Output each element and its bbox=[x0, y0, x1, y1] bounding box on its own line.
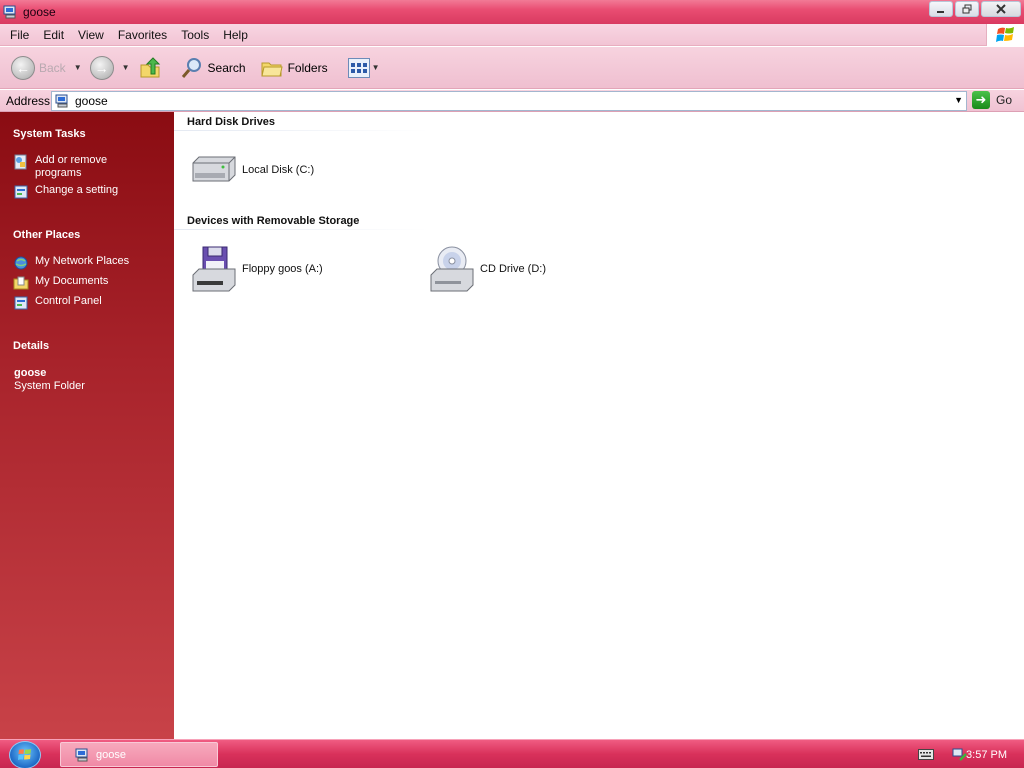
control-panel-icon bbox=[14, 185, 28, 199]
address-label: Address bbox=[6, 93, 51, 108]
menu-bar: File Edit View Favorites Tools Help bbox=[0, 24, 1024, 46]
my-documents-label: My Documents bbox=[35, 275, 109, 287]
menu-favorites[interactable]: Favorites bbox=[111, 24, 174, 46]
add-remove-programs-label: Add or remove programs bbox=[35, 154, 108, 179]
back-arrow-icon: ← bbox=[11, 55, 35, 80]
details-type: System Folder bbox=[14, 380, 85, 392]
my-documents-icon bbox=[13, 276, 29, 290]
folders-button[interactable]: Folders bbox=[257, 51, 331, 85]
group-divider bbox=[174, 130, 429, 131]
menu-help[interactable]: Help bbox=[216, 24, 255, 46]
address-dropdown-icon[interactable]: ▼ bbox=[954, 95, 963, 105]
back-history-dropdown[interactable]: ▼ bbox=[74, 63, 82, 72]
windows-logo-icon bbox=[18, 749, 31, 760]
search-icon bbox=[181, 57, 201, 78]
keyboard-icon[interactable] bbox=[918, 749, 934, 761]
close-icon bbox=[996, 4, 1006, 14]
menu-file[interactable]: File bbox=[0, 24, 36, 46]
drive-cd-d[interactable]: CD Drive (D:) bbox=[427, 245, 546, 293]
group-hard-disk-drives: Hard Disk Drives bbox=[187, 116, 276, 128]
restore-icon bbox=[962, 4, 972, 14]
up-folder-icon bbox=[140, 56, 160, 77]
drive-label-floppy-a: Floppy goos (A:) bbox=[242, 263, 323, 275]
window-title: goose bbox=[23, 5, 56, 19]
group-divider bbox=[174, 229, 429, 230]
my-computer-icon bbox=[75, 748, 88, 761]
back-button[interactable]: ← Back bbox=[8, 51, 69, 85]
clock[interactable]: 3:57 PM bbox=[966, 749, 1007, 761]
menu-view[interactable]: View bbox=[71, 24, 111, 46]
views-icon bbox=[347, 57, 370, 78]
search-button[interactable]: Search bbox=[177, 51, 249, 85]
change-setting-link[interactable]: Change a setting bbox=[13, 184, 145, 200]
change-setting-label: Change a setting bbox=[35, 184, 119, 196]
system-tray: 3:57 PM bbox=[894, 740, 1024, 768]
cd-drive-icon bbox=[427, 245, 477, 293]
forward-arrow-icon: → bbox=[89, 55, 114, 80]
details-header[interactable]: Details bbox=[13, 340, 49, 352]
go-arrow-icon: ➜ bbox=[972, 91, 990, 109]
go-button[interactable]: ➜ Go bbox=[972, 91, 1012, 109]
control-panel-label: Control Panel bbox=[35, 295, 102, 307]
taskbar-item-goose[interactable]: goose bbox=[60, 742, 218, 767]
forward-button[interactable]: → bbox=[87, 51, 117, 85]
network-places-label: My Network Places bbox=[35, 255, 130, 267]
other-places-header[interactable]: Other Places bbox=[13, 229, 80, 241]
menu-edit[interactable]: Edit bbox=[36, 24, 71, 46]
system-tasks-header[interactable]: System Tasks bbox=[13, 128, 86, 140]
back-label: Back bbox=[39, 60, 66, 75]
go-label: Go bbox=[996, 93, 1013, 107]
minimize-button[interactable] bbox=[929, 1, 953, 17]
my-documents-link[interactable]: My Documents bbox=[13, 275, 145, 291]
folders-icon bbox=[260, 62, 283, 76]
my-computer-icon bbox=[3, 5, 16, 19]
toolbar: ← Back ▼ → ▼ Search Folders ▼ bbox=[0, 47, 1024, 89]
restore-button[interactable] bbox=[955, 1, 979, 17]
taskbar: goose 3:57 PM bbox=[0, 739, 1024, 768]
address-value: goose bbox=[75, 94, 108, 108]
close-button[interactable] bbox=[981, 1, 1021, 17]
drive-local-disk-c[interactable]: Local Disk (C:) bbox=[189, 146, 314, 194]
drive-floppy-a[interactable]: Floppy goos (A:) bbox=[189, 245, 323, 293]
forward-history-dropdown[interactable]: ▼ bbox=[122, 63, 130, 72]
search-label: Search bbox=[207, 60, 246, 75]
content-area: Hard Disk Drives Local Disk (C:) Devices… bbox=[174, 112, 1024, 739]
minimize-icon bbox=[937, 11, 944, 13]
floppy-drive-icon bbox=[189, 245, 239, 293]
views-button[interactable]: ▼ bbox=[345, 51, 385, 85]
my-computer-icon bbox=[55, 94, 68, 108]
task-pane: System Tasks Add or remove programs Chan… bbox=[0, 112, 174, 739]
folders-label: Folders bbox=[287, 60, 328, 75]
add-remove-programs-icon bbox=[14, 154, 27, 170]
network-places-icon bbox=[14, 256, 28, 270]
details-name: goose bbox=[14, 367, 47, 379]
taskbar-item-label: goose bbox=[96, 748, 126, 761]
drive-label-cd-d: CD Drive (D:) bbox=[480, 263, 546, 275]
start-button[interactable] bbox=[9, 741, 41, 768]
up-folder-button[interactable] bbox=[135, 51, 165, 85]
add-remove-programs-link[interactable]: Add or remove programs bbox=[13, 154, 145, 180]
title-bar[interactable]: goose bbox=[0, 0, 1024, 24]
menu-tools[interactable]: Tools bbox=[174, 24, 216, 46]
network-places-link[interactable]: My Network Places bbox=[13, 255, 145, 271]
address-bar: Address goose ▼ ➜ Go bbox=[0, 90, 1024, 112]
control-panel-link[interactable]: Control Panel bbox=[13, 295, 145, 311]
windows-logo-icon bbox=[986, 24, 1024, 46]
views-dropdown-icon: ▼ bbox=[371, 63, 380, 72]
group-removable-storage: Devices with Removable Storage bbox=[187, 215, 360, 227]
address-input[interactable]: goose ▼ bbox=[51, 91, 967, 111]
drive-label-local-disk-c: Local Disk (C:) bbox=[242, 164, 315, 176]
hard-drive-icon bbox=[189, 146, 239, 194]
control-panel-icon bbox=[14, 296, 28, 310]
